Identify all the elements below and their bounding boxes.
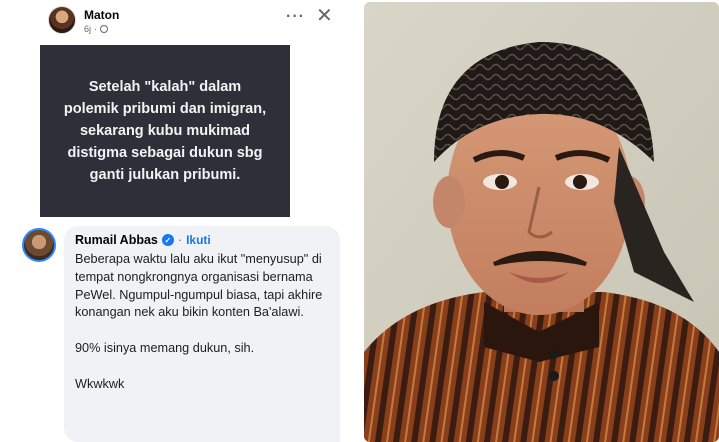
globe-icon bbox=[100, 25, 109, 33]
author-avatar[interactable] bbox=[48, 6, 76, 34]
post-image-text: Setelah "kalah" dalam polemik pribumi da… bbox=[63, 79, 267, 183]
post-image-text-card[interactable]: Setelah "kalah" dalam polemik pribumi da… bbox=[40, 45, 290, 217]
portrait-painting-image bbox=[364, 2, 719, 442]
follow-button[interactable]: Ikuti bbox=[186, 233, 211, 247]
commenter-avatar[interactable] bbox=[22, 228, 56, 262]
comment-text: Beberapa waktu lalu aku ikut "menyusup" … bbox=[75, 252, 323, 391]
comment-bubble: Rumail Abbas ✓ · Ikuti Beberapa waktu la… bbox=[64, 226, 340, 442]
dot-separator: · bbox=[177, 233, 183, 247]
post-meta: 6j · bbox=[84, 24, 109, 34]
commenter-name[interactable]: Rumail Abbas bbox=[75, 233, 158, 247]
close-button[interactable]: ✕ bbox=[316, 6, 333, 26]
verified-badge-icon: ✓ bbox=[161, 234, 174, 246]
post-time[interactable]: 6j bbox=[84, 24, 91, 34]
facebook-post-panel: Maton 6j · ··· ✕ Setelah "kalah" dalam p… bbox=[0, 0, 355, 442]
dot-separator: · bbox=[94, 24, 98, 34]
post-header: Maton 6j · ··· ✕ bbox=[48, 4, 333, 38]
comment-header: Rumail Abbas ✓ · Ikuti bbox=[75, 233, 329, 247]
more-options-button[interactable]: ··· bbox=[286, 8, 305, 26]
post-author-name[interactable]: Maton bbox=[84, 8, 119, 22]
